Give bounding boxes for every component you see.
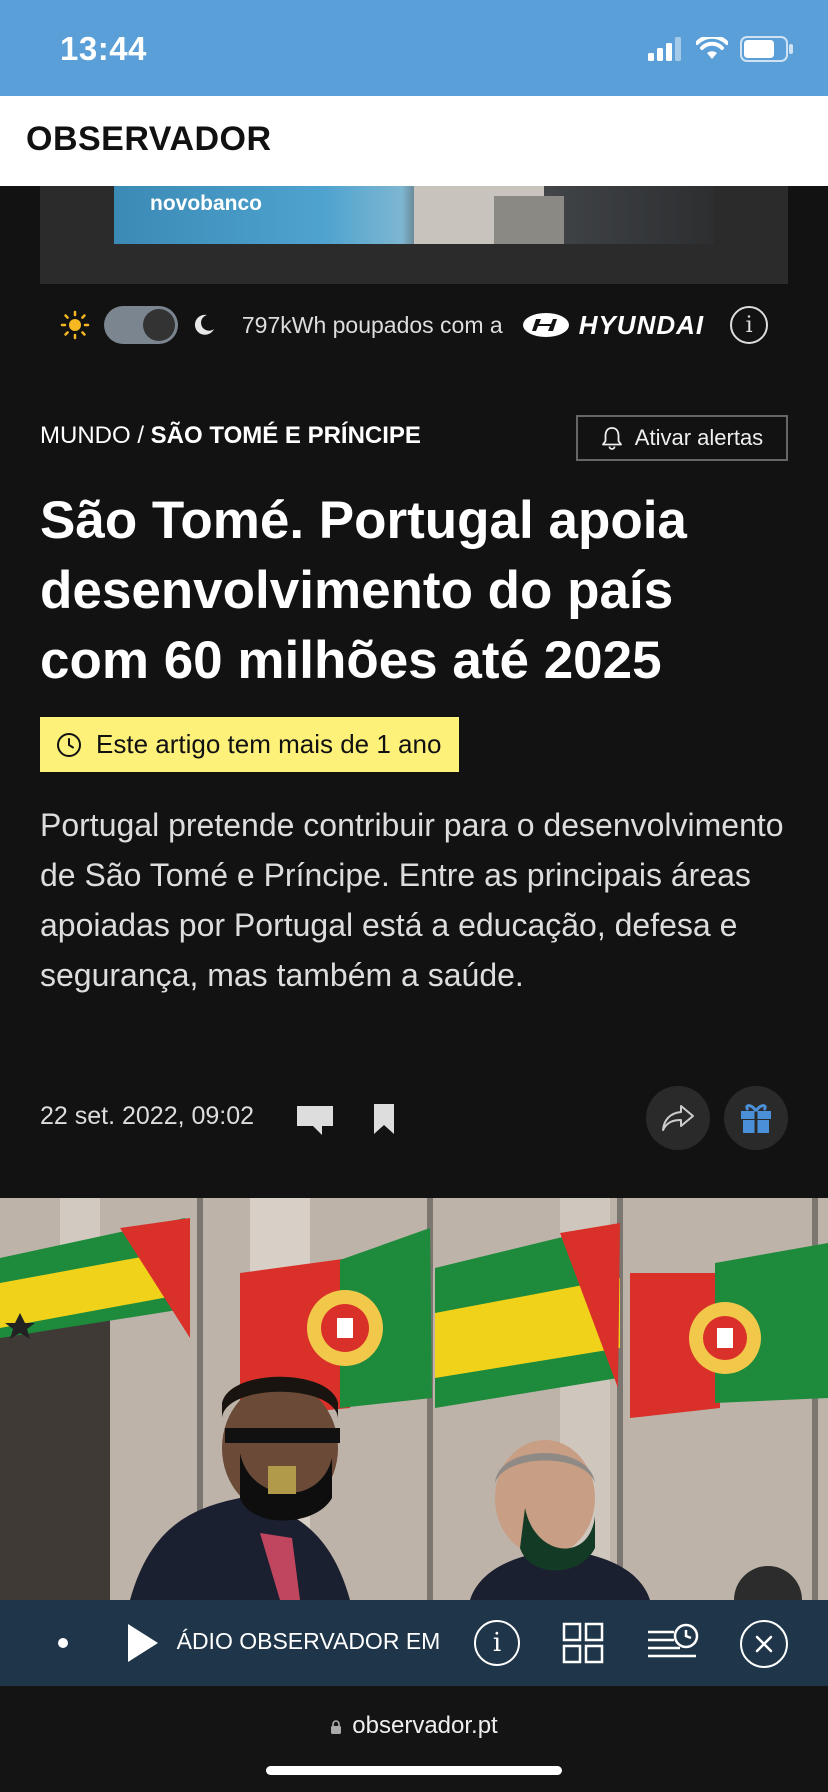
battery-icon	[740, 36, 793, 62]
activate-alerts-button[interactable]: Ativar alertas	[576, 415, 788, 461]
site-header: OBSERVADOR	[0, 96, 828, 186]
schedule-icon[interactable]	[646, 1622, 700, 1664]
radio-info-icon[interactable]: i	[474, 1620, 520, 1666]
share-icon	[662, 1105, 694, 1131]
radio-ticker[interactable]: RÁDIO OBSERVADOR EM DIRETO	[176, 1628, 446, 1655]
lock-icon	[331, 1719, 342, 1734]
site-logo[interactable]: OBSERVADOR	[26, 120, 272, 159]
url-text: observador.pt	[352, 1712, 498, 1739]
grid-menu-icon[interactable]	[562, 1622, 604, 1664]
browser-url-bar: observador.pt	[0, 1686, 828, 1792]
article-age-badge: Este artigo tem mais de 1 ano	[40, 717, 460, 772]
radio-player-bar: RÁDIO OBSERVADOR EM DIRETO i	[0, 1600, 828, 1686]
article-title: São Tomé. Portugal apoia desenvolvimento…	[40, 491, 687, 690]
bookmark-icon[interactable]	[372, 1102, 396, 1141]
ad-brand: novobanco	[150, 192, 263, 215]
article-date: 22 set. 2022, 09:02	[40, 1102, 255, 1130]
home-indicator[interactable]	[266, 1766, 562, 1775]
comments-icon[interactable]	[296, 1104, 334, 1141]
article-age-text: Este artigo tem mais de 1 ano	[96, 729, 442, 759]
energy-bar: 797kWh poupados com a HYUNDAI i	[0, 300, 828, 350]
article-lead: Portugal pretende contribuir para o dese…	[40, 807, 784, 993]
ad-image[interactable]: novobanco	[114, 186, 714, 244]
activate-alerts-label: Ativar alertas	[634, 425, 764, 450]
sponsor-logo[interactable]: HYUNDAI	[521, 310, 704, 341]
play-icon[interactable]	[126, 1622, 160, 1664]
article-hero-image[interactable]	[0, 1198, 828, 1600]
ad-banner[interactable]: novobanco	[40, 186, 788, 284]
toggle-knob	[142, 309, 175, 341]
signal-icon	[648, 37, 681, 61]
wifi-icon	[696, 37, 728, 59]
close-player-button[interactable]	[740, 1620, 788, 1668]
sponsor-name: HYUNDAI	[578, 309, 705, 340]
info-icon[interactable]: i	[730, 306, 769, 344]
share-button[interactable]	[646, 1086, 710, 1150]
status-bar: 13:44	[0, 0, 828, 96]
dark-mode-toggle[interactable]	[103, 306, 178, 344]
energy-savings-text: 797kWh poupados com a	[241, 311, 503, 338]
ad-building-balcony	[494, 196, 564, 244]
status-icons	[648, 36, 794, 62]
live-indicator-dot	[58, 1638, 68, 1648]
status-time: 13:44	[60, 30, 147, 67]
radio-ticker-text: RÁDIO OBSERVADOR EM DIRETO	[176, 1628, 446, 1654]
breadcrumb-section[interactable]: MUNDO /	[40, 422, 144, 449]
flags-photo	[0, 1198, 828, 1600]
moon-icon	[194, 314, 214, 335]
close-icon	[755, 1635, 773, 1653]
url-field[interactable]: observador.pt	[0, 1712, 828, 1740]
gift-article-button[interactable]	[724, 1086, 788, 1150]
breadcrumb: MUNDO / SÃO TOMÉ E PRÍNCIPE	[40, 422, 421, 450]
bell-icon	[601, 427, 622, 450]
hyundai-logo-icon	[522, 313, 569, 337]
sun-icon	[60, 310, 90, 340]
clock-icon	[57, 732, 81, 757]
article-meta: 22 set. 2022, 09:02	[40, 1086, 788, 1150]
gift-icon	[741, 1104, 771, 1133]
breadcrumb-subsection[interactable]: SÃO TOMÉ E PRÍNCIPE	[151, 422, 421, 449]
